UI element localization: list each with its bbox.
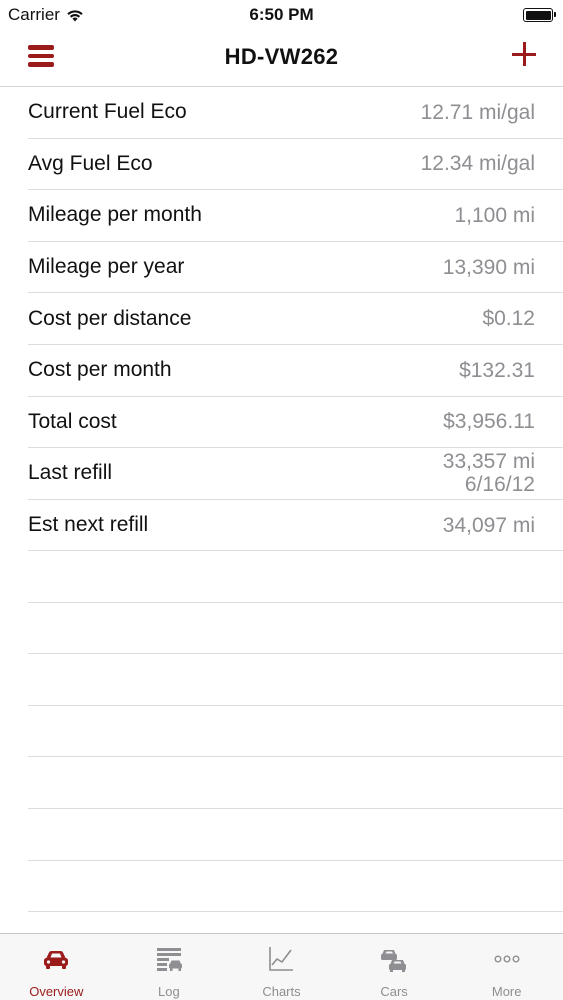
last-refill-mileage: 33,357 mi (442, 450, 535, 474)
tab-overview[interactable]: Overview (0, 934, 113, 1000)
cars-icon (381, 950, 407, 972)
stat-value: $0.12 (482, 307, 535, 331)
last-refill-date: 6/16/12 (464, 473, 535, 497)
empty-list-rows (0, 551, 563, 913)
stat-value: 13,390 mi (442, 255, 535, 279)
more-icon (494, 955, 520, 963)
stat-label: Mileage per year (28, 255, 185, 279)
empty-row (28, 551, 563, 603)
empty-row (28, 809, 563, 861)
stat-label: Mileage per month (28, 203, 202, 227)
battery-icon (523, 8, 556, 22)
tab-label: Overview (29, 984, 84, 999)
stat-row-last-refill: Last refill 33,357 mi 6/16/12 (28, 448, 563, 500)
stat-value: 12.34 mi/gal (420, 152, 535, 176)
stat-row-cost-per-month: Cost per month $132.31 (28, 345, 563, 397)
empty-row (28, 603, 563, 655)
stat-value: 34,097 mi (442, 513, 535, 537)
stat-row-total-cost: Total cost $3,956.11 (28, 397, 563, 449)
stat-label: Avg Fuel Eco (28, 151, 153, 175)
tab-log[interactable]: Log (113, 934, 226, 1000)
empty-row (28, 757, 563, 809)
chart-icon (269, 947, 294, 971)
stat-label: Cost per month (28, 358, 172, 382)
tab-charts[interactable]: Charts (225, 934, 338, 1000)
empty-row (28, 654, 563, 706)
stat-value: $3,956.11 (443, 410, 535, 434)
log-icon (156, 948, 182, 971)
tab-label: Charts (262, 984, 301, 999)
stat-label: Est next refill (28, 513, 149, 537)
stats-list: Current Fuel Eco 12.71 mi/gal Avg Fuel E… (0, 87, 563, 552)
car-icon (44, 951, 69, 969)
tab-more[interactable]: More (450, 934, 563, 1000)
stat-label: Last refill (28, 461, 113, 485)
tab-label: More (491, 984, 522, 999)
page-title: HD-VW262 (224, 44, 339, 69)
stat-value: 12.71 mi/gal (420, 100, 535, 124)
stat-row-cost-per-distance: Cost per distance $0.12 (28, 293, 563, 345)
stat-row-avg-fuel-eco: Avg Fuel Eco 12.34 mi/gal (28, 139, 563, 191)
stat-value: $132.31 (459, 358, 535, 382)
status-time: 6:50 PM (249, 5, 314, 24)
add-button[interactable] (512, 42, 536, 66)
tab-label: Cars (380, 984, 408, 999)
stat-row-mileage-per-year: Mileage per year 13,390 mi (28, 242, 563, 294)
stat-row-est-next-refill: Est next refill 34,097 mi (28, 500, 563, 552)
empty-row (28, 861, 563, 913)
tab-cars[interactable]: Cars (338, 934, 451, 1000)
tab-bar: Overview Log Charts Cars More (0, 933, 563, 1000)
stat-label: Cost per distance (28, 306, 192, 330)
navigation-bar: HD-VW262 (0, 30, 563, 87)
tab-label: Log (158, 984, 180, 999)
status-bar: Carrier 6:50 PM (0, 0, 563, 30)
stat-row-current-fuel-eco: Current Fuel Eco 12.71 mi/gal (28, 87, 563, 139)
empty-row (28, 706, 563, 758)
stat-value: 33,357 mi 6/16/12 (443, 450, 535, 496)
stat-row-mileage-per-month: Mileage per month 1,100 mi (28, 190, 563, 242)
stat-label: Total cost (28, 409, 117, 433)
stat-value: 1,100 mi (454, 203, 535, 227)
stat-label: Current Fuel Eco (28, 100, 187, 124)
